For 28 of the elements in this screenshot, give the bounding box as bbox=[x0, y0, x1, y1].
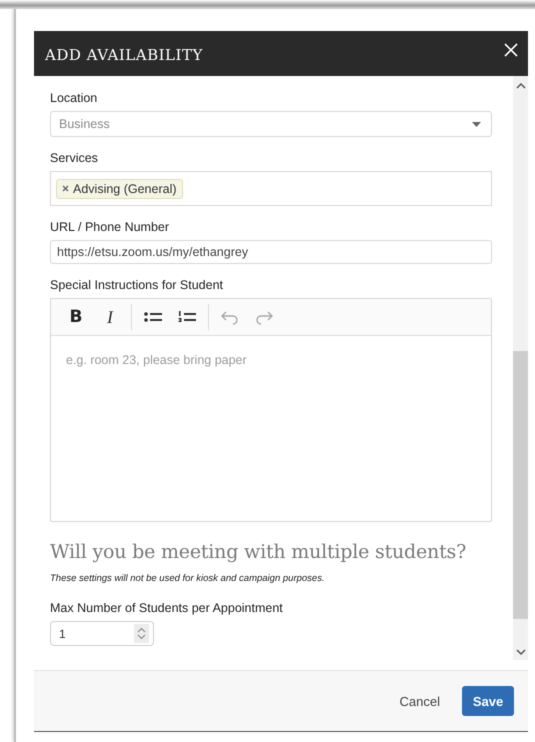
section-note: These settings will not be used for kiosk and campaign purposes. bbox=[50, 573, 326, 584]
scrollbar[interactable] bbox=[513, 76, 528, 660]
cancel-button[interactable]: Cancel bbox=[400, 694, 440, 708]
service-tag: Advising (General) bbox=[56, 178, 183, 198]
close-icon[interactable] bbox=[504, 42, 518, 56]
number-field[interactable]: 1 bbox=[50, 621, 154, 646]
field-label: Special Instructions for Student bbox=[50, 278, 224, 293]
section-heading: Will you be meeting with multiple students? bbox=[50, 541, 468, 563]
remove-icon[interactable] bbox=[62, 185, 69, 192]
field-label: Location bbox=[50, 91, 98, 106]
services-field[interactable]: Advising (General) bbox=[50, 171, 492, 206]
save-button[interactable]: Save bbox=[462, 686, 514, 716]
url-field[interactable]: https://etsu.zoom.us/my/ethangrey bbox=[50, 240, 492, 264]
field-label: URL / Phone Number bbox=[50, 220, 170, 235]
stepper-icon[interactable] bbox=[134, 624, 149, 643]
text-editor[interactable]: B I e.g. room 23, please bring paper bbox=[50, 298, 492, 522]
field-label: Services bbox=[50, 151, 99, 166]
caret-icon[interactable] bbox=[472, 122, 481, 126]
bold-button[interactable]: B bbox=[59, 307, 93, 327]
scroll-down-icon[interactable] bbox=[516, 649, 526, 656]
placeholder-text: e.g. room 23, please bring paper bbox=[65, 352, 248, 369]
italic-button[interactable]: I bbox=[93, 306, 127, 328]
numbered-list-icon[interactable] bbox=[177, 309, 197, 325]
dialog-title: ADD AVAILABILITY bbox=[45, 46, 203, 64]
scroll-up-icon[interactable] bbox=[516, 82, 526, 89]
bullet-list-icon[interactable] bbox=[143, 309, 163, 325]
scroll-thumb[interactable] bbox=[513, 351, 528, 619]
field-label: Max Number of Students per Appointment bbox=[50, 601, 284, 616]
